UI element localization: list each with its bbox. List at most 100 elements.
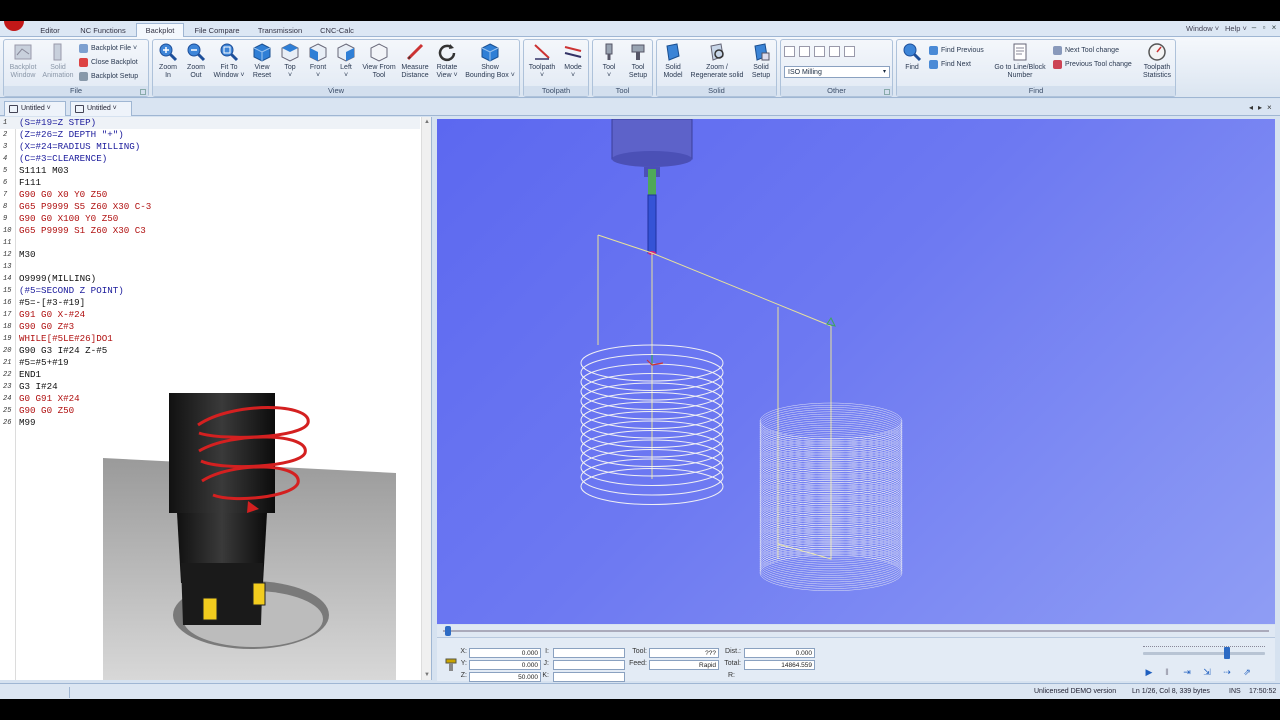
fit-to-window-button[interactable]: Fit To Window ˅ [211, 42, 247, 80]
solid-model-button[interactable]: Solid Model [659, 42, 687, 80]
code-line[interactable]: 10 G65 P9999 S1 Z60 X30 C3 [0, 225, 420, 237]
front-view-button[interactable]: Front ˅ [305, 42, 331, 80]
run-to-end-icon[interactable]: ⇢ [1221, 666, 1233, 678]
backplot-window-icon [14, 44, 32, 60]
code-line[interactable]: 8 G65 P9999 S5 Z60 X30 C-3 [0, 201, 420, 213]
toolpath-statistics-button[interactable]: Toolpath Statistics [1139, 42, 1175, 80]
tab-scroll-right-icon[interactable]: ▸ [1258, 103, 1262, 112]
find-previous-button[interactable]: Find Previous [929, 45, 984, 57]
other-tool-4-icon[interactable] [829, 46, 840, 57]
code-line[interactable]: 4 (C=#3=CLEARENCE) [0, 153, 420, 165]
zoom-regenerate-solid-button[interactable]: Zoom / Regenerate solid [688, 42, 746, 80]
code-text: G65 P9999 S1 Z60 X30 C3 [19, 225, 146, 236]
code-line[interactable]: 13 [0, 261, 420, 273]
doc-tab-2[interactable]: Untitled ˅ [70, 101, 132, 116]
view-reset-button[interactable]: View Reset [249, 42, 275, 80]
tab-transmission[interactable]: Transmission [252, 24, 308, 37]
code-line[interactable]: 16 #5=-[#3-#19] [0, 297, 420, 309]
code-line[interactable]: 1 (S=#19=Z STEP) [0, 117, 420, 129]
help-menu[interactable]: Help ˅ [1225, 24, 1247, 33]
find-next-button[interactable]: Find Next [929, 59, 971, 71]
progress-thumb[interactable] [445, 626, 451, 636]
restore-icon[interactable]: ▫ [1260, 24, 1268, 32]
close-backplot-button[interactable]: Close Backplot [79, 57, 138, 69]
tab-nc-functions[interactable]: NC Functions [74, 24, 132, 37]
file-launcher-icon[interactable] [140, 89, 146, 95]
tab-close-icon[interactable]: × [1267, 103, 1272, 112]
code-line[interactable]: 18 G90 G0 Z#3 [0, 321, 420, 333]
rotate-view-button[interactable]: Rotate View ˅ [433, 42, 461, 80]
pause-button[interactable]: ‖ [1161, 666, 1173, 678]
tab-scroll-left-icon[interactable]: ◂ [1249, 103, 1253, 112]
backplot-window-button[interactable]: Backplot Window [6, 42, 40, 80]
code-line[interactable]: 21 #5=#5+#19 [0, 357, 420, 369]
solid-setup-button[interactable]: Solid Setup [747, 42, 775, 80]
tab-cnc-calc[interactable]: CNC-Calc [314, 24, 360, 37]
solid-animation-button[interactable]: Solid Animation [41, 42, 75, 80]
scroll-down-icon[interactable]: ▼ [424, 672, 430, 678]
tab-editor[interactable]: Editor [30, 24, 70, 37]
code-line[interactable]: 14 O9999(MILLING) [0, 273, 420, 285]
code-line[interactable]: 19 WHILE[#5LE#26]DO1 [0, 333, 420, 345]
mode-button[interactable]: Mode ˅ [559, 42, 587, 80]
other-tool-2-icon[interactable] [799, 46, 810, 57]
other-tool-1-icon[interactable] [784, 46, 795, 57]
code-text: M30 [19, 249, 36, 260]
app-logo[interactable] [4, 21, 24, 31]
zoom-out-button[interactable]: Zoom Out [183, 42, 209, 80]
code-line[interactable]: 12 M30 [0, 249, 420, 261]
code-line[interactable]: 2 (Z=#26=Z DEPTH "+") [0, 129, 420, 141]
speed-thumb[interactable] [1224, 647, 1231, 659]
backplot-3d-viewport[interactable] [437, 119, 1275, 624]
playback-progress-slider[interactable] [437, 625, 1275, 637]
other-tool-5-icon[interactable] [844, 46, 855, 57]
tool-setup-icon [631, 44, 645, 60]
next-tool-change-button[interactable]: Next Tool change [1053, 45, 1119, 57]
close-icon[interactable]: × [1270, 24, 1278, 32]
editor-scrollbar[interactable]: ▲ ▼ [421, 117, 431, 680]
code-line[interactable]: 17 G91 G0 X-#24 [0, 309, 420, 321]
top-view-button[interactable]: Top ˅ [277, 42, 303, 80]
backplot-setup-button[interactable]: Backplot Setup [79, 71, 138, 83]
measure-distance-button[interactable]: Measure Distance [399, 42, 431, 80]
code-line[interactable]: 9 G90 G0 X100 Y0 Z50 [0, 213, 420, 225]
step-forward-icon[interactable]: ⇥ [1181, 666, 1193, 678]
zoom-in-button[interactable]: Zoom In [155, 42, 181, 80]
tool-button[interactable]: Tool ˅ [595, 42, 623, 80]
find-next-icon [929, 59, 938, 69]
doc-tab-1[interactable]: Untitled ˅ [4, 101, 66, 116]
toolpath-button[interactable]: Toolpath ˅ [526, 42, 558, 80]
machine-select[interactable]: ISO Milling ▾ [784, 66, 890, 78]
tab-backplot[interactable]: Backplot [136, 23, 184, 38]
backplot-file-button[interactable]: Backplot File ˅ [79, 43, 137, 55]
code-line[interactable]: 6 F111 [0, 177, 420, 189]
tab-file-compare[interactable]: File Compare [188, 24, 246, 37]
code-line[interactable]: 11 [0, 237, 420, 249]
step-block-icon[interactable]: ⇲ [1201, 666, 1213, 678]
code-line[interactable]: 20 G90 G3 I#24 Z-#5 [0, 345, 420, 357]
goto-line-button[interactable]: Go to Line/Block Number [989, 42, 1051, 80]
code-editor[interactable]: 1 (S=#19=Z STEP) 2 (Z=#26=Z DEPTH "+") 3 (X=#… [0, 117, 432, 680]
line-number: 25 [3, 407, 12, 415]
show-bounding-box-button[interactable]: Show Bounding Box ˅ [465, 42, 515, 80]
code-line[interactable]: 22 END1 [0, 369, 420, 381]
code-line[interactable]: 7 G90 G0 X0 Y0 Z50 [0, 189, 420, 201]
play-button[interactable]: ▶ [1143, 666, 1155, 678]
code-line[interactable]: 5 S1111 M03 [0, 165, 420, 177]
code-line[interactable]: 15 (#5=SECOND Z POINT) [0, 285, 420, 297]
other-launcher-icon[interactable] [884, 89, 890, 95]
run-to-tool-change-icon[interactable]: ⇗ [1241, 666, 1253, 678]
other-tool-3-icon[interactable] [814, 46, 825, 57]
minimize-icon[interactable]: – [1250, 24, 1258, 32]
code-line[interactable]: 3 (X=#24=RADIUS MILLING) [0, 141, 420, 153]
code-line[interactable]: 23 G3 I#24 [0, 381, 420, 393]
view-from-tool-button[interactable]: View From Tool [361, 42, 397, 80]
group-solid-label: Solid [657, 86, 776, 96]
window-menu[interactable]: Window ˅ [1186, 24, 1219, 33]
scroll-up-icon[interactable]: ▲ [424, 119, 430, 125]
previous-tool-change-button[interactable]: Previous Tool change [1053, 59, 1132, 71]
group-solid: Solid Model Zoom / Regenerate solid Soli… [656, 39, 777, 97]
left-view-button[interactable]: Left ˅ [333, 42, 359, 80]
tool-setup-button[interactable]: Tool Setup [624, 42, 652, 80]
find-button[interactable]: Find [899, 42, 925, 72]
